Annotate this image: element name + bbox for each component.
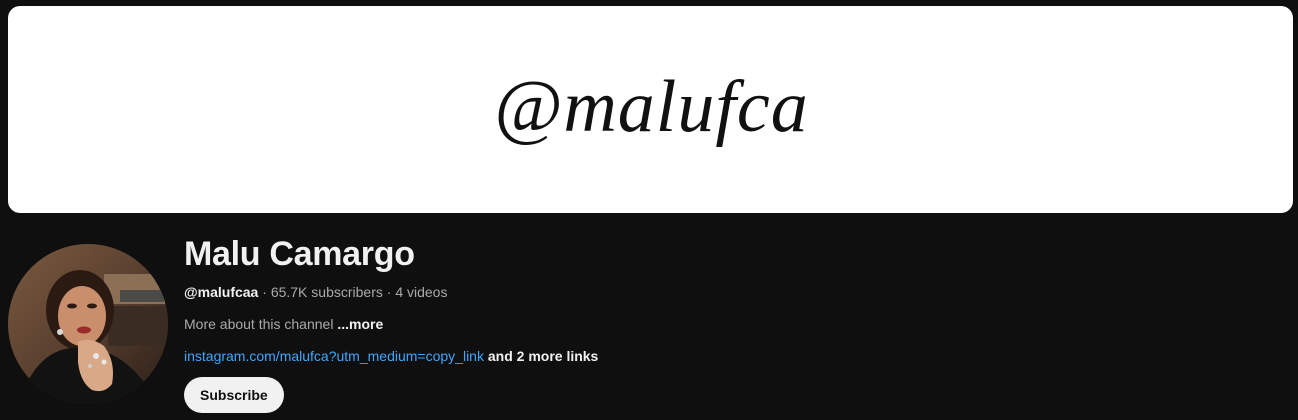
- banner-text: @malufca: [494, 66, 809, 148]
- about-more-button[interactable]: ...more: [337, 316, 383, 332]
- meta-separator: ·: [258, 284, 271, 300]
- channel-header: @malufca Malu Camargo @malufcaa · 65.7K …: [0, 0, 1298, 420]
- channel-banner: @malufca: [8, 6, 1293, 213]
- more-links-button[interactable]: and 2 more links: [488, 348, 598, 364]
- channel-handle: @malufcaa: [184, 284, 259, 300]
- meta-separator: ·: [382, 284, 396, 300]
- channel-meta: @malufcaa · 65.7K subscribers · 4 videos: [184, 282, 598, 302]
- subscribe-button[interactable]: Subscribe: [184, 377, 284, 413]
- avatar-image: [8, 244, 168, 404]
- subscriber-count: 65.7K subscribers: [270, 284, 383, 300]
- instagram-link[interactable]: instagram.com/malufca?utm_medium=copy_li…: [184, 348, 484, 364]
- channel-info: Malu Camargo @malufcaa · 65.7K subscribe…: [184, 232, 598, 366]
- about-text: More about this channel: [184, 316, 334, 332]
- channel-name: Malu Camargo: [184, 235, 415, 273]
- channel-avatar[interactable]: [8, 244, 168, 404]
- channel-links: instagram.com/malufca?utm_medium=copy_li…: [184, 346, 598, 366]
- video-count: 4 videos: [395, 284, 448, 300]
- channel-about[interactable]: More about this channel ...more: [184, 314, 598, 334]
